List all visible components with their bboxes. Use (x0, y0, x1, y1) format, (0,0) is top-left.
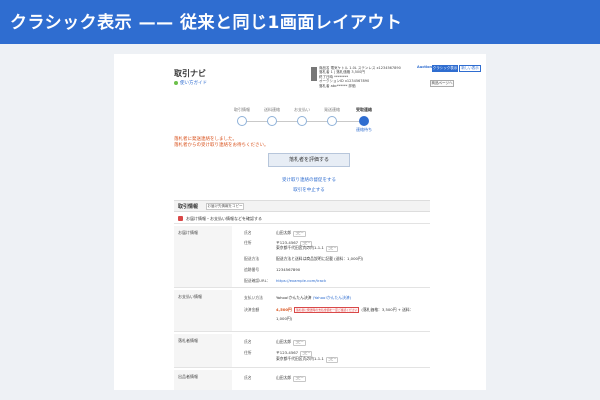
product-thumbnail (311, 67, 317, 81)
winner-name: 山田太郎 (276, 339, 292, 344)
winner-address-line: 東京都千代田区丸の内1-1-1 コピー (276, 356, 339, 363)
winner-name-row: 氏名 山田太郎 コピー (244, 339, 306, 346)
payment-method: Yahoo!かんたん決済 (276, 295, 312, 300)
delivery-name-row: 氏名 山田太郎 コピー (244, 230, 306, 237)
winner-zip: 〒123-4567 (276, 350, 299, 355)
copy-pill[interactable]: コピー (293, 340, 306, 346)
product-line: 落札者 abc****** 評価 (319, 83, 356, 88)
amount-detail: (落札価格：3,500円 + 送料： (361, 307, 414, 312)
copy-pill[interactable]: コピー (293, 376, 306, 382)
copy-pill[interactable]: コピー (325, 357, 339, 363)
row-label: 氏名 (244, 230, 252, 235)
payment-title: お支払い情報 (178, 294, 202, 299)
amount-note: 落札者に発送時の支払金額を一度ご確認ください (293, 307, 360, 313)
row-label: 追跡番号 (244, 267, 260, 272)
banner-title: クラシック表示 —— 従来と同じ1画面レイアウト (10, 13, 403, 33)
banner: クラシック表示 —— 従来と同じ1画面レイアウト (0, 0, 600, 44)
delivery-address: 東京都千代田区丸の内1-1-1 (276, 245, 324, 250)
screenshot-frame: 取引ナビ 使い方ガイド 商品名 電気ケトル 1.0L ステンレス x123456… (114, 54, 486, 390)
step-label-active: 受取連絡 (356, 107, 372, 112)
delivery-title: お届け情報 (178, 230, 198, 235)
page-title: 取引ナビ (174, 69, 206, 78)
seller-name: 山田太郎 (276, 375, 292, 380)
notice-line: 落札者からの受け取り連絡をお待ちください。 (174, 143, 269, 148)
copy-pill[interactable]: コピー (325, 246, 339, 252)
seller-name-row: 氏名 山田太郎 コピー (244, 375, 306, 382)
row-label: 配送確認URL： (244, 278, 271, 283)
tracking-number: 1234567890 (276, 267, 301, 272)
copy-shipping-button[interactable]: お届け先情報をコピー (206, 203, 244, 210)
payment-section: お支払い情報 支払い方法 Yahoo!かんたん決済 (Yahoo!かんたん決済) … (174, 290, 430, 332)
classic-view-button[interactable]: クラシック表示 (432, 65, 458, 72)
guide-label: 使い方ガイド (180, 81, 207, 86)
step-dot (297, 116, 307, 126)
seller-title: 出品者情報 (178, 374, 198, 379)
section-header: お届け情報 (174, 226, 232, 287)
delivery-address-line: 東京都千代田区丸の内1-1-1 コピー (276, 245, 339, 252)
delivery-method: 配送方法と送料は商品説明に記載 (送料：1,000円) (276, 256, 364, 261)
guide-link[interactable]: 使い方ガイド (174, 80, 207, 86)
winner-address: 東京都千代田区丸の内1-1-1 (276, 356, 324, 361)
winner-title: 落札者情報 (178, 338, 198, 343)
payment-method-link[interactable]: (Yahoo!かんたん決済) (313, 295, 351, 300)
tracking-row: 追跡番号 1234567890 (244, 267, 300, 273)
step-dot-active (359, 116, 369, 126)
row-label: 配送方法 (244, 256, 260, 261)
tracking-url-link[interactable]: https://example.com/track (276, 278, 326, 283)
step-track (242, 121, 334, 122)
row-label: 住所 (244, 350, 252, 355)
guide-icon (174, 80, 178, 85)
step-label: 送料連絡 (264, 107, 280, 112)
confirm-details-row[interactable]: お届け情報・お支払い情報などを確認する (174, 214, 430, 224)
step-label: 発送連絡 (324, 107, 340, 112)
remind-link[interactable]: 受け取り連絡の督促をする (282, 177, 336, 183)
payment-amount-detail: 1,000円) (276, 316, 292, 322)
step-dot (327, 116, 337, 126)
step-label: お支払い (294, 107, 310, 112)
delivery-name: 山田太郎 (276, 230, 292, 235)
row-label: 支払い方法 (244, 295, 263, 300)
confirm-details-label: お届け情報・お支払い情報などを確認する (186, 216, 262, 221)
seller-section: 出品者情報 氏名 山田太郎 コピー (174, 370, 430, 390)
product-page-button[interactable]: 商品ページへ (430, 80, 454, 87)
copy-pill[interactable]: コピー (293, 231, 306, 237)
cancel-transaction-link[interactable]: 取引を中止する (293, 187, 325, 193)
step-label: 取引情報 (234, 107, 250, 112)
step-status: 連絡待ち (356, 127, 372, 132)
tracking-url-row: 配送確認URL： https://example.com/track (244, 278, 326, 284)
amount-detail-2: 1,000円) (276, 316, 293, 321)
payment-method-row: 支払い方法 Yahoo!かんたん決済 (Yahoo!かんたん決済) (244, 295, 351, 301)
payment-amount-row: 決済金額 4,500円 落札者に発送時の支払金額を一度ご確認ください (落札価格：3,… (244, 307, 413, 313)
transaction-header: 取引情報 お届け先情報をコピー (174, 200, 430, 212)
rate-winner-button[interactable]: 落札者を評価する (268, 153, 350, 167)
new-view-button[interactable]: 新しい表示 (459, 65, 481, 72)
winner-section: 落札者情報 氏名 山田太郎 コピー 住所 〒123-4567 コピー 東京都千代田区丸の… (174, 334, 430, 368)
payment-amount: 4,500円 (276, 307, 292, 312)
transaction-title: 取引情報 (178, 204, 199, 210)
section-header: 落札者情報 (174, 334, 232, 367)
row-label: 住所 (244, 240, 252, 245)
delivery-method-row: 配送方法 配送方法と送料は商品説明に記載 (送料：1,000円) (244, 256, 363, 262)
row-label: 決済金額 (244, 307, 260, 312)
row-label: 氏名 (244, 375, 252, 380)
step-dot (237, 116, 247, 126)
step-dot (267, 116, 277, 126)
product-summary: 商品名 電気ケトル 1.0L ステンレス x1234567890 落札者 1 |… (311, 66, 423, 88)
section-header: お支払い情報 (174, 290, 232, 331)
delivery-section: お届け情報 氏名 山田太郎 コピー 住所 〒123-4567 コピー 東京都千代田区丸の… (174, 226, 430, 288)
section-header: 出品者情報 (174, 370, 232, 390)
row-label: 氏名 (244, 339, 252, 344)
alert-icon (178, 216, 183, 221)
